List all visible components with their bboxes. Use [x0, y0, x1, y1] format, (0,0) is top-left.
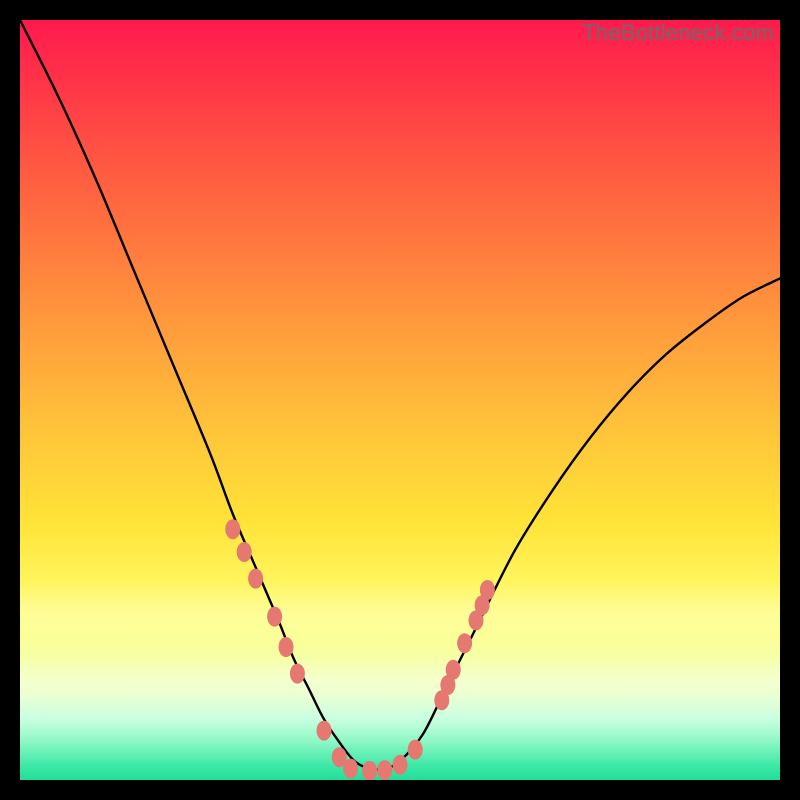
data-marker — [237, 542, 252, 562]
data-marker — [408, 740, 423, 760]
watermark-text: TheBottleneck.com — [582, 20, 774, 46]
data-marker — [267, 607, 282, 627]
data-marker — [446, 660, 461, 680]
data-marker — [225, 519, 240, 539]
data-marker — [317, 721, 332, 741]
data-marker — [290, 664, 305, 684]
data-marker — [480, 580, 495, 600]
chart-frame: TheBottleneck.com — [0, 0, 800, 800]
data-marker — [457, 633, 472, 653]
data-marker — [393, 755, 408, 775]
data-marker — [362, 761, 377, 780]
data-marker — [377, 760, 392, 780]
data-marker — [279, 637, 294, 657]
data-marker — [248, 569, 263, 589]
bottleneck-curve — [20, 20, 780, 770]
plot-area: TheBottleneck.com — [20, 20, 780, 780]
marker-group — [225, 519, 495, 780]
data-marker — [343, 759, 358, 779]
chart-svg — [20, 20, 780, 780]
